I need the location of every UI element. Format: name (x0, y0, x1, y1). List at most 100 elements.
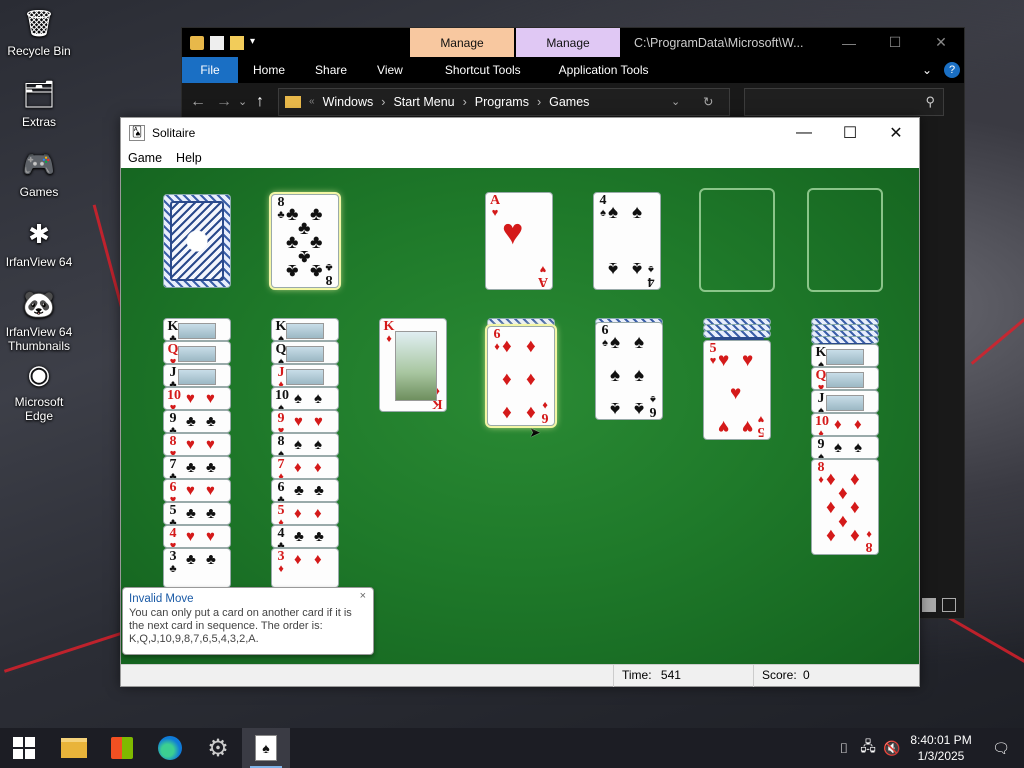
playing-card[interactable]: 7 ♦ ♦ ♦ (271, 456, 339, 479)
playing-card[interactable]: 9 ♥ ♥ ♥ (271, 410, 339, 433)
card-pip: ♠ (634, 365, 645, 386)
playing-card[interactable]: J ♠ (811, 390, 879, 413)
playing-card[interactable]: J ♣ (163, 364, 231, 387)
folder-icon[interactable] (190, 35, 204, 50)
address-box[interactable]: « Windows › Start Menu › Programs › Game… (278, 87, 730, 116)
playing-card[interactable]: Q ♥ (163, 341, 231, 364)
menu-help[interactable]: Help (169, 151, 209, 165)
close-button[interactable]: ✕ (873, 123, 919, 143)
stock-pile[interactable] (163, 194, 231, 288)
playing-card[interactable]: J ♦ (271, 364, 339, 387)
card-suit-icon: ♠ (278, 402, 284, 410)
tab-view[interactable]: View (362, 57, 418, 83)
search-input[interactable]: ⚲ (744, 87, 944, 116)
desktop-icon[interactable]: 🗂 Extras (0, 76, 78, 129)
tab-file[interactable]: File (182, 57, 238, 83)
new-folder-icon[interactable] (230, 35, 244, 50)
playing-card[interactable]: K ♦ K ♦ (379, 318, 447, 412)
tab-application-tools[interactable]: Application Tools (544, 57, 664, 83)
playing-card[interactable]: 6 ♦ 6 ♦ ♦ ♦ ♦ ♦ ♦ ♦ (487, 326, 555, 426)
card-pip: ♥ (186, 391, 195, 407)
playing-card[interactable]: 7 ♣ ♣ ♣ (163, 456, 231, 479)
address-dropdown-icon[interactable]: ⌄ (671, 95, 695, 108)
notification-center-icon[interactable]: 🗨 (978, 740, 1024, 757)
playing-card[interactable]: 4 ♣ ♣ ♣ (271, 525, 339, 548)
tooltip-close-button[interactable]: × (360, 590, 366, 603)
playing-card[interactable]: 4 ♥ ♥ ♥ (163, 525, 231, 548)
refresh-icon[interactable]: ↻ (703, 94, 729, 109)
start-button[interactable] (0, 728, 48, 768)
chevron-down-icon[interactable]: ⌄ (922, 63, 944, 77)
explorer-titlebar[interactable]: ▾ Manage Manage C:\ProgramData\Microsoft… (182, 28, 964, 57)
maximize-button[interactable]: ☐ (872, 34, 918, 51)
taskbar-settings-app[interactable]: ⚙ (194, 728, 242, 768)
playing-card[interactable]: K ♠ (811, 344, 879, 367)
playing-card[interactable]: 8 ♠ ♠ ♠ (271, 433, 339, 456)
maximize-button[interactable]: ☐ (827, 123, 873, 143)
foundation-slot-empty[interactable] (699, 188, 775, 292)
taskbar-file-explorer[interactable] (50, 728, 98, 768)
desktop-icon[interactable]: ✱ IrfanView 64 (0, 216, 78, 269)
playing-card[interactable]: 3 ♦ ♦ ♦ (271, 548, 339, 588)
taskbar-store[interactable] (98, 728, 146, 768)
desktop-icon[interactable]: 🗑 Recycle Bin (0, 5, 78, 58)
clock[interactable]: 8:40:01 PM 1/3/2025 (904, 732, 978, 764)
playing-card[interactable]: K ♠ (271, 318, 339, 341)
network-icon[interactable]: 🖧 (856, 736, 880, 760)
menu-game[interactable]: Game (121, 151, 169, 165)
taskbar-solitaire[interactable]: ♠ (242, 728, 290, 768)
playing-card[interactable]: 10 ♥ ♥ ♥ (163, 387, 231, 410)
card-pip: ♣ (310, 232, 323, 253)
breadcrumb-start-menu[interactable]: Start Menu (393, 95, 454, 109)
playing-card[interactable]: Q ♠ (271, 341, 339, 364)
manage-application-tab[interactable]: Manage (516, 28, 620, 57)
forward-arrow-icon[interactable]: → (216, 93, 238, 111)
view-tiles-icon[interactable] (942, 598, 956, 612)
volume-muted-icon[interactable]: 🔇 (880, 740, 904, 757)
playing-card[interactable]: 9 ♠ ♠ ♠ (811, 436, 879, 459)
playing-card[interactable]: 5 ♣ ♣ ♣ (163, 502, 231, 525)
playing-card[interactable]: 6 ♥ ♥ ♥ (163, 479, 231, 502)
playing-card[interactable]: 6 ♠ 6 ♠ ♠ ♠ ♠ ♠ ♠ ♠ (595, 322, 663, 420)
playing-card[interactable]: Q ♥ (811, 367, 879, 390)
breadcrumb-programs[interactable]: Programs (475, 95, 529, 109)
playing-card[interactable]: 9 ♣ ♣ ♣ (163, 410, 231, 433)
tab-home[interactable]: Home (238, 57, 300, 83)
playing-card[interactable]: 8 ♦ 8 ♦ ♦ ♦ ♦ ♦ ♦ ♦ ♦ ♦ (811, 459, 879, 555)
tab-shortcut-tools[interactable]: Shortcut Tools (430, 57, 536, 83)
playing-card[interactable]: 3 ♣ ♣ ♣ (163, 548, 231, 588)
playing-card[interactable]: 6 ♣ ♣ ♣ (271, 479, 339, 502)
playing-card[interactable]: 8 ♣ 8 ♣ ♣ ♣ ♣ ♣ ♣ ♣ ♣ ♣ (271, 194, 339, 288)
face-card-picture (826, 395, 864, 411)
playing-card[interactable]: 5 ♦ ♦ ♦ (271, 502, 339, 525)
playing-card[interactable]: 10 ♠ ♠ ♠ (271, 387, 339, 410)
usb-device-icon[interactable]: ⌷ (832, 740, 856, 757)
playing-card[interactable]: A ♥ A ♥ ♥ (485, 192, 553, 290)
close-button[interactable]: ✕ (918, 34, 964, 51)
manage-shortcut-tab[interactable]: Manage (410, 28, 514, 57)
playing-card[interactable]: 4 ♠ 4 ♠ ♠ ♠ ♠ ♠ (593, 192, 661, 290)
desktop-icon[interactable]: 🎮 Games (0, 146, 78, 199)
foundation-slot-empty[interactable] (807, 188, 883, 292)
breadcrumb-windows[interactable]: Windows (323, 95, 374, 109)
recent-dropdown-icon[interactable]: ⌄ (238, 95, 256, 108)
playing-card[interactable]: 5 ♥ 5 ♥ ♥ ♥ ♥ ♥ ♥ (703, 340, 771, 440)
desktop-icon[interactable]: ◉ Microsoft Edge (0, 356, 78, 423)
playing-card[interactable]: 10 ♦ ♦ ♦ (811, 413, 879, 436)
up-arrow-icon[interactable]: ↑ (256, 93, 272, 111)
card-pip: ♥ (730, 383, 742, 404)
dropdown-arrow-icon[interactable]: ▾ (250, 36, 264, 50)
tab-share[interactable]: Share (300, 57, 362, 83)
minimize-button[interactable]: — (781, 124, 827, 142)
playing-card[interactable]: K ♣ (163, 318, 231, 341)
minimize-button[interactable]: — (826, 35, 872, 51)
properties-icon[interactable] (210, 35, 224, 50)
taskbar-edge[interactable] (146, 728, 194, 768)
breadcrumb-games[interactable]: Games (549, 95, 589, 109)
back-arrow-icon[interactable]: ← (190, 93, 216, 111)
playing-card[interactable]: 8 ♥ ♥ ♥ (163, 433, 231, 456)
desktop-icon[interactable]: 🐼 IrfanView 64 Thumbnails (0, 286, 78, 353)
view-details-icon[interactable] (922, 598, 936, 612)
help-icon[interactable]: ? (944, 62, 960, 78)
solitaire-titlebar[interactable]: 🂡 Solitaire — ☐ ✕ (121, 118, 919, 147)
